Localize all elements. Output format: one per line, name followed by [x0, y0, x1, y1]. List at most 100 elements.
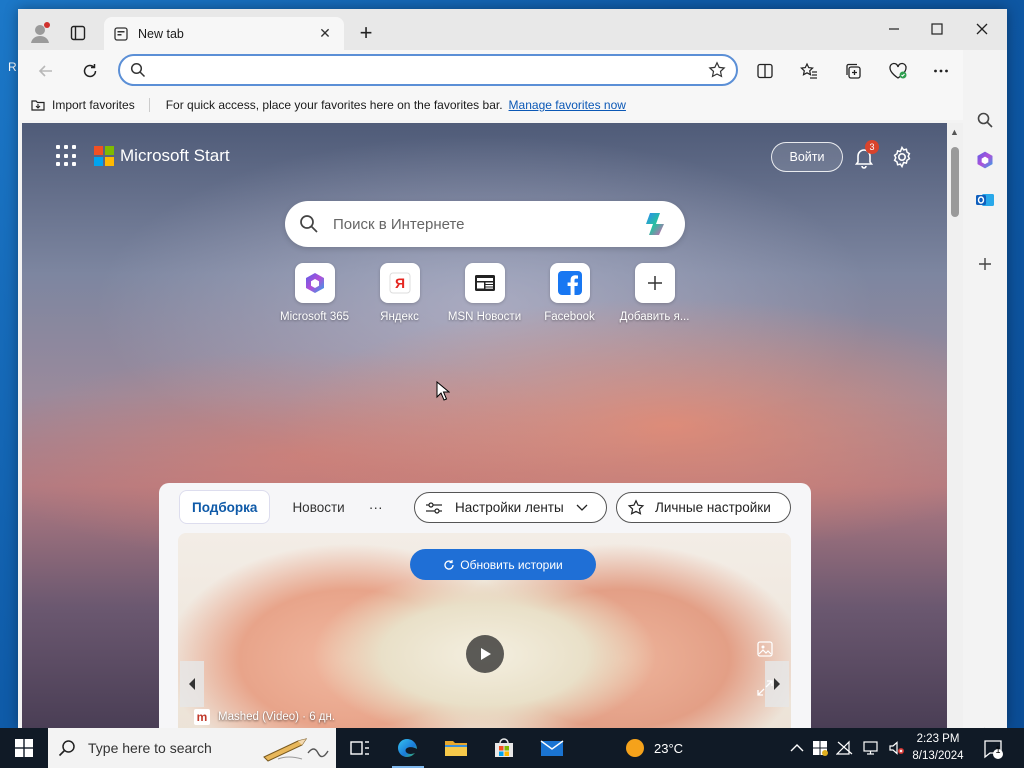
- favorite-star-icon[interactable]: [708, 61, 726, 79]
- tab-new-tab[interactable]: New tab ✕: [104, 17, 344, 50]
- web-search-box[interactable]: [285, 201, 685, 247]
- taskbar: 23°C 2:23 PM 8/13/2024 1: [0, 728, 1024, 768]
- page-settings-gear-icon[interactable]: [890, 145, 914, 169]
- search-icon: [130, 62, 146, 78]
- taskbar-clock[interactable]: 2:23 PM 8/13/2024: [905, 731, 971, 765]
- quicklink-label: Facebook: [544, 311, 595, 323]
- taskbar-search-input[interactable]: [88, 740, 258, 756]
- taskbar-mail-icon[interactable]: [528, 728, 576, 768]
- refresh-button[interactable]: [76, 57, 104, 85]
- task-view-icon[interactable]: [336, 728, 384, 768]
- personal-settings-button[interactable]: Личные настройки: [616, 492, 791, 523]
- volume-muted-icon[interactable]: [888, 740, 906, 756]
- close-window-button[interactable]: [960, 15, 1004, 43]
- taskbar-file-explorer-icon[interactable]: [432, 728, 480, 768]
- edge-sidebar: [963, 50, 1007, 728]
- chevron-left-icon: [189, 678, 195, 690]
- feed-settings-button[interactable]: Настройки ленты: [414, 492, 607, 523]
- article-source-text: Mashed (Video) · 6 дн.: [218, 711, 336, 723]
- clock-time: 2:23 PM: [916, 733, 960, 745]
- feed-tabs: Подборка Новости ···: [179, 490, 391, 524]
- play-video-icon[interactable]: [466, 635, 504, 673]
- yandex-icon: Я: [379, 263, 420, 303]
- minimize-button[interactable]: [872, 15, 916, 43]
- m365-icon: [294, 263, 335, 303]
- copilot-icon[interactable]: [641, 209, 671, 239]
- import-favorites-button[interactable]: Import favorites: [30, 98, 150, 112]
- action-center-icon[interactable]: 1: [980, 736, 1006, 762]
- collections-icon[interactable]: [839, 57, 867, 85]
- sidebar-outlook-icon[interactable]: [971, 186, 999, 214]
- back-button[interactable]: [32, 57, 60, 85]
- news-feed-panel: Подборка Новости ··· Настройки ленты Лич…: [159, 483, 811, 728]
- system-tray: [790, 728, 906, 768]
- quicklink-label: MSN Новости: [447, 311, 522, 323]
- tab-actions-icon[interactable]: [66, 21, 90, 45]
- personal-settings-label: Личные настройки: [655, 500, 771, 515]
- apps-grid-icon[interactable]: [56, 145, 78, 167]
- taskbar-edge-icon[interactable]: [384, 728, 432, 768]
- show-hidden-icons-chevron-up-icon[interactable]: [790, 743, 804, 753]
- quicklink-label: Microsoft 365: [279, 311, 350, 323]
- close-tab-icon[interactable]: ✕: [316, 25, 334, 43]
- taskbar-search-box[interactable]: [48, 728, 336, 768]
- favorites-bar: Import favorites For quick access, place…: [18, 90, 1007, 120]
- web-search-input[interactable]: [333, 215, 641, 233]
- start-button[interactable]: [0, 728, 48, 768]
- quicklink-microsoft-365[interactable]: Microsoft 365: [272, 263, 357, 323]
- mouse-cursor-icon: [436, 380, 451, 404]
- windows-logo-icon: [15, 739, 33, 757]
- page-scrollbar[interactable]: ▲: [947, 123, 963, 728]
- refresh-stories-button[interactable]: Обновить истории: [410, 549, 596, 580]
- address-bar[interactable]: [118, 54, 738, 86]
- network-icon[interactable]: [836, 740, 854, 756]
- microsoft-logo-icon: [94, 146, 114, 166]
- tab-selection[interactable]: Подборка: [179, 490, 271, 524]
- favorites-icon[interactable]: [795, 57, 823, 85]
- quicklink-yandex[interactable]: Я Яндекс: [357, 263, 442, 323]
- maximize-button[interactable]: [915, 15, 959, 43]
- address-input[interactable]: [154, 62, 708, 78]
- sidebar-m365-icon[interactable]: [971, 146, 999, 174]
- windows-security-icon[interactable]: [812, 740, 828, 756]
- profile-icon[interactable]: [28, 21, 52, 45]
- sidebar-add-icon[interactable]: [971, 250, 999, 278]
- quicklink-facebook[interactable]: Facebook: [527, 263, 612, 323]
- scroll-up-arrow[interactable]: ▲: [950, 127, 959, 137]
- action-center-count: 1: [995, 745, 1001, 755]
- msn-news-icon: [464, 263, 505, 303]
- sidebar-search-icon[interactable]: [971, 106, 999, 134]
- carousel-prev-arrow[interactable]: [180, 661, 204, 707]
- browser-essentials-icon[interactable]: [884, 57, 912, 85]
- featured-video-card[interactable]: Обновить истории m Mashed (Video) · 6 дн…: [178, 533, 791, 728]
- chevron-down-icon: [576, 504, 588, 511]
- title-bar: New tab ✕ +: [18, 9, 1007, 50]
- svg-text:Я: Я: [394, 275, 404, 291]
- taskbar-store-icon[interactable]: [480, 728, 528, 768]
- search-icon: [58, 740, 75, 757]
- browser-window: New tab ✕ + Import favorites For quick a…: [18, 9, 1007, 728]
- scroll-thumb[interactable]: [951, 147, 959, 217]
- search-highlight-pencil-icon: [263, 738, 329, 762]
- import-icon: [31, 100, 45, 111]
- brand-title: Microsoft Start: [120, 146, 230, 165]
- desktop-edge-text: R: [8, 60, 17, 74]
- quicklink-msn-news[interactable]: MSN Новости: [442, 263, 527, 323]
- tab-news[interactable]: Новости: [280, 490, 356, 524]
- manage-favorites-link[interactable]: Manage favorites now: [509, 98, 626, 112]
- display-network-icon[interactable]: [862, 740, 880, 756]
- new-tab-button[interactable]: +: [354, 21, 378, 45]
- refresh-stories-label: Обновить истории: [460, 557, 563, 572]
- split-screen-icon[interactable]: [751, 57, 779, 85]
- ms-start-header: Microsoft Start: [56, 145, 230, 167]
- weather-widget[interactable]: 23°C: [624, 737, 683, 759]
- expand-icon[interactable]: [756, 679, 774, 697]
- more-tabs-button[interactable]: ···: [361, 490, 391, 524]
- more-options-icon[interactable]: [927, 57, 955, 85]
- feed-settings-label: Настройки ленты: [455, 500, 564, 515]
- article-source: m Mashed (Video) · 6 дн.: [194, 709, 335, 725]
- quicklink-add[interactable]: Добавить я...: [612, 263, 697, 323]
- signin-button[interactable]: Войти: [771, 142, 843, 172]
- background-image-icon[interactable]: [756, 640, 774, 658]
- plus-icon: [634, 263, 675, 303]
